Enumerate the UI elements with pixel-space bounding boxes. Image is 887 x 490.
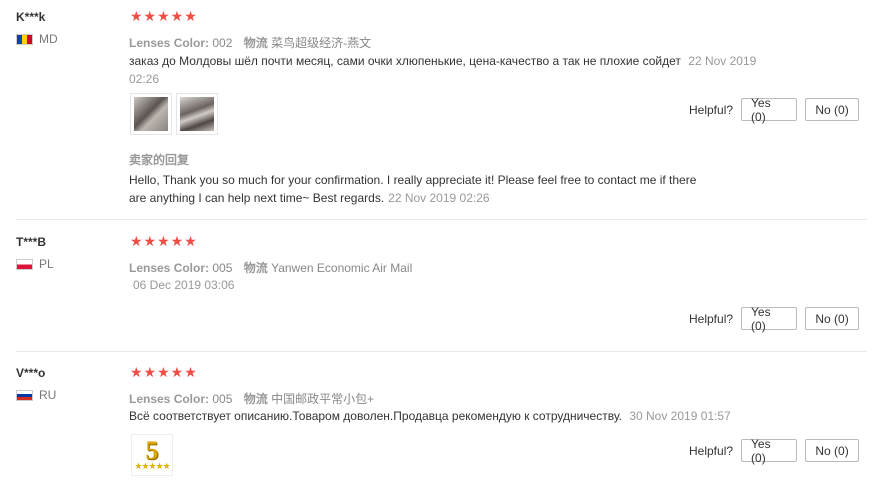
seller-reply-label: 卖家的回复 bbox=[129, 153, 190, 167]
seller-reply-line-2: are anything I can help next time~ Best … bbox=[129, 189, 749, 207]
buyer-country: RU bbox=[16, 388, 56, 402]
shipping-value: Yanwen Economic Air Mail bbox=[271, 261, 413, 275]
seller-reply-line: Hello, Thank you so much for your confir… bbox=[129, 173, 697, 187]
helpful-controls: Helpful? Yes (0) No (0) bbox=[689, 305, 860, 333]
helpful-controls: Helpful? Yes (0) No (0) bbox=[689, 96, 860, 124]
buyer-name: T***B bbox=[16, 235, 47, 249]
five-star-badge-stars-icon: ★★★★★ bbox=[134, 460, 170, 471]
review-meta: Lenses Color: 002 物流 菜鸟超级经济-燕文 bbox=[129, 34, 371, 51]
lenses-color-label: Lenses Color: bbox=[129, 261, 210, 275]
helpful-label: Helpful? bbox=[689, 102, 734, 117]
buyer-name: V***o bbox=[16, 366, 46, 380]
star-rating: ★★★★★ bbox=[130, 364, 198, 380]
shipping-label: 物流 bbox=[243, 392, 268, 406]
helpful-no-button[interactable]: No (0) bbox=[805, 307, 860, 330]
review-meta: Lenses Color: 005 物流 中国邮政平常小包+ bbox=[129, 390, 374, 407]
review-date: 30 Nov 2019 01:57 bbox=[629, 409, 731, 423]
shipping-label: 物流 bbox=[243, 36, 268, 50]
star-rating: ★★★★★ bbox=[130, 8, 198, 24]
lenses-color-value: 005 bbox=[212, 392, 233, 406]
review-text: 06 Dec 2019 03:06 bbox=[129, 276, 234, 294]
helpful-label: Helpful? bbox=[689, 311, 734, 326]
lenses-color-label: Lenses Color: bbox=[129, 392, 210, 406]
review-divider bbox=[16, 219, 867, 220]
lenses-color-value: 005 bbox=[212, 261, 233, 275]
star-rating: ★★★★★ bbox=[130, 233, 198, 249]
five-star-badge-number: 5 bbox=[145, 435, 159, 465]
helpful-no-button[interactable]: No (0) bbox=[805, 98, 860, 121]
helpful-yes-button[interactable]: Yes (0) bbox=[741, 96, 798, 124]
helpful-no-button[interactable]: No (0) bbox=[805, 439, 860, 462]
helpful-yes-button[interactable]: Yes (0) bbox=[741, 305, 798, 333]
review-date: 06 Dec 2019 03:06 bbox=[133, 278, 235, 292]
seller-reply-text: are anything I can help next time~ Best … bbox=[129, 191, 385, 205]
lenses-color-label: Lenses Color: bbox=[129, 36, 210, 50]
review-photo[interactable]: 5 ★★★★★ bbox=[131, 434, 173, 476]
flag-ru-icon bbox=[16, 389, 33, 401]
review-photo[interactable] bbox=[176, 93, 218, 135]
helpful-yes-button[interactable]: Yes (0) bbox=[741, 437, 798, 465]
helpful-label: Helpful? bbox=[689, 443, 734, 458]
review-text: Всё соответствует описанию.Товаром довол… bbox=[129, 407, 731, 425]
buyer-country: MD bbox=[16, 32, 58, 46]
flag-pl-icon bbox=[16, 258, 33, 270]
helpful-controls: Helpful? Yes (0) No (0) bbox=[689, 437, 860, 465]
review-divider bbox=[16, 351, 867, 352]
review-text-body: заказ до Молдовы шёл почти месяц, сами о… bbox=[129, 54, 681, 68]
lenses-color-value: 002 bbox=[212, 36, 233, 50]
seller-reply: Hello, Thank you so much for your confir… bbox=[129, 171, 749, 207]
review-text: заказ до Молдовы шёл почти месяц, сами о… bbox=[129, 52, 769, 88]
flag-md-icon bbox=[16, 33, 33, 45]
country-code: PL bbox=[39, 257, 54, 271]
country-code: RU bbox=[39, 388, 57, 402]
seller-reply-date: 22 Nov 2019 02:26 bbox=[388, 191, 490, 205]
buyer-name: K***k bbox=[16, 10, 46, 24]
review-meta: Lenses Color: 005 物流 Yanwen Economic Air… bbox=[129, 259, 412, 276]
review-photo[interactable] bbox=[130, 93, 172, 135]
country-code: MD bbox=[39, 32, 58, 46]
shipping-value: 中国邮政平常小包+ bbox=[271, 392, 375, 406]
buyer-country: PL bbox=[16, 257, 54, 271]
review-text-body: Всё соответствует описанию.Товаром довол… bbox=[129, 409, 622, 423]
review-photos bbox=[130, 93, 218, 135]
shipping-label: 物流 bbox=[243, 261, 268, 275]
shipping-value: 菜鸟超级经济-燕文 bbox=[271, 36, 372, 50]
